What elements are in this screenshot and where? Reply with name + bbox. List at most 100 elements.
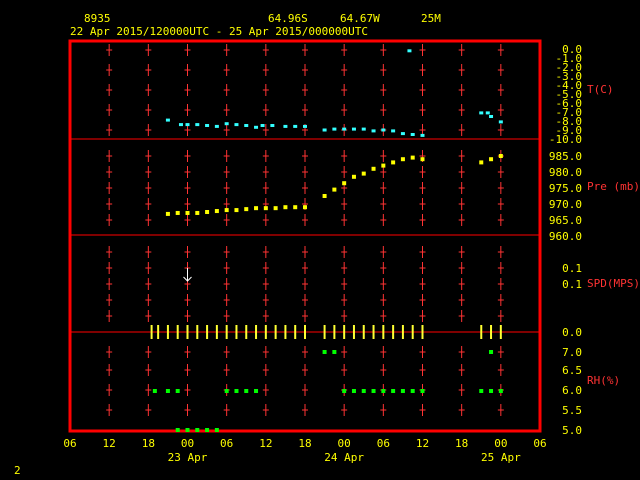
temperature-point <box>214 124 219 128</box>
page-number: 2 <box>14 464 21 477</box>
rh-point <box>322 350 327 354</box>
x-tick-label: 18 <box>298 437 311 450</box>
temp-axis-label: T(C) <box>587 83 614 96</box>
x-tick-label: 06 <box>220 437 233 450</box>
rh-point <box>489 389 494 393</box>
x-tick-label: 18 <box>142 437 155 450</box>
pressure-point <box>371 166 376 171</box>
rh-tick-label: 6.5 <box>562 364 582 377</box>
pressure-point <box>234 208 239 213</box>
pressure-tick-label: 975.0 <box>549 182 582 195</box>
rh-point <box>234 389 239 393</box>
temperature-point <box>178 123 183 127</box>
meteogram: 0.0-1.0-2.0-3.0-4.0-5.0-6.0-7.0-8.0-9.0-… <box>14 12 640 477</box>
rh-point <box>498 389 503 393</box>
pressure-point <box>263 206 268 211</box>
latitude: 64.96S <box>268 12 308 25</box>
x-tick-labels: 06 12 18 00 06 12 18 00 06 12 18 00 06 23 Apr 24 Apr 25… <box>63 437 546 464</box>
rh-point <box>254 389 259 393</box>
temperature-point <box>322 128 327 132</box>
temperature-point <box>283 124 288 128</box>
rh-point <box>332 350 337 354</box>
temperature-point <box>400 132 405 136</box>
rh-point <box>175 389 180 393</box>
longitude: 64.67W <box>340 12 380 25</box>
rh-point <box>391 389 396 393</box>
rh-point <box>361 389 366 393</box>
temperature-point <box>293 124 298 128</box>
temperature-point <box>479 111 484 115</box>
x-tick-label: 06 <box>63 437 76 450</box>
temperature-point <box>205 124 210 127</box>
temperature-point <box>165 118 170 122</box>
grid-crosses <box>106 44 504 416</box>
pressure-point <box>224 208 229 213</box>
temperature-point <box>342 127 347 131</box>
x-tick-label: 00 <box>181 437 194 450</box>
temperature-point <box>260 124 265 127</box>
pressure-tick-label: 960.0 <box>549 230 582 243</box>
x-tick-label: 00 <box>494 437 507 450</box>
pressure-point <box>254 206 259 211</box>
pressure-point <box>244 207 249 212</box>
pressure-point <box>195 210 200 215</box>
rh-point <box>351 389 356 393</box>
temperature-point <box>420 133 425 137</box>
x-tick-label: 12 <box>103 437 116 450</box>
rh-tick-label: 6.0 <box>562 384 582 397</box>
rh-axis-label: RH(%) <box>587 374 620 387</box>
speed-tick-label: 0.0 <box>562 326 582 339</box>
pressure-point <box>391 160 396 165</box>
pressure-point <box>498 154 503 158</box>
temperature-point <box>391 129 396 133</box>
pressure-point <box>400 157 405 162</box>
rh-point <box>165 389 170 393</box>
temperature-point <box>195 123 200 127</box>
pressure-point <box>185 210 190 215</box>
rh-point <box>205 428 210 432</box>
temperature-point <box>381 128 386 132</box>
speed-tick-label: 0.1 <box>562 278 582 291</box>
temperature-point <box>371 129 376 133</box>
rh-point <box>420 389 425 393</box>
pressure-point <box>165 211 170 216</box>
speed-axis-label: SPD(MPS) <box>587 277 640 290</box>
pressure-tick-label: 985.0 <box>549 150 582 163</box>
x-date-label: 25 Apr <box>481 451 521 464</box>
rh-point <box>400 389 405 393</box>
temperature-point <box>270 124 275 127</box>
pressure-point <box>303 205 307 210</box>
temperature-point <box>224 122 229 126</box>
pressure-point <box>361 171 366 176</box>
pressure-point <box>420 157 425 162</box>
rh-point <box>175 428 180 432</box>
temperature-point <box>351 127 356 131</box>
x-date-label: 23 Apr <box>168 451 208 464</box>
rh-point <box>214 428 219 432</box>
x-tick-label: 06 <box>377 437 390 450</box>
pressure-point <box>175 210 180 215</box>
temperature-point <box>361 127 366 131</box>
x-tick-label: 12 <box>259 437 272 450</box>
rh-point <box>371 389 376 393</box>
pressure-point <box>293 205 298 210</box>
temperature-point <box>185 123 190 127</box>
pressure-point <box>410 155 415 160</box>
pressure-point <box>322 194 327 198</box>
temp-tick-label: -10.0 <box>549 133 582 146</box>
x-tick-label: 06 <box>533 437 546 450</box>
rh-point <box>342 389 347 393</box>
series-marks <box>150 49 503 432</box>
x-date-label: 24 Apr <box>324 451 364 464</box>
pressure-point <box>214 209 219 214</box>
rh-point <box>152 389 157 393</box>
y-tick-labels: 0.0-1.0-2.0-3.0-4.0-5.0-6.0-7.0-8.0-9.0-… <box>549 43 640 437</box>
rh-point <box>489 350 494 354</box>
pressure-tick-label: 965.0 <box>549 214 582 227</box>
pressure-point <box>283 205 288 210</box>
pressure-point <box>332 187 337 192</box>
x-tick-label: 18 <box>455 437 468 450</box>
temperature-point <box>410 133 415 136</box>
pressure-point <box>342 181 347 186</box>
pressure-axis-label: Pre (mb) <box>587 180 640 193</box>
